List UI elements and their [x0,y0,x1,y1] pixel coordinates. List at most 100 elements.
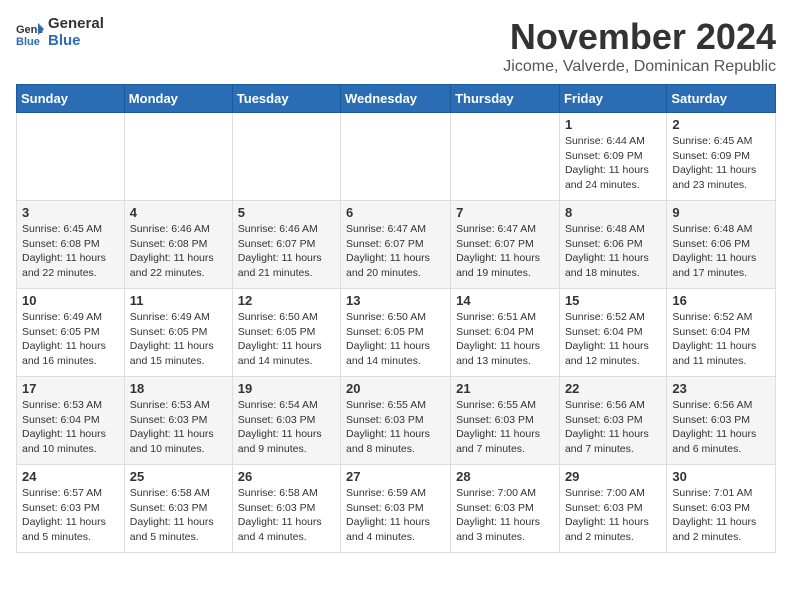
daylight-text: Daylight: 11 hours and 23 minutes. [672,163,770,192]
table-row: 30Sunrise: 7:01 AMSunset: 6:03 PMDayligh… [667,465,776,553]
day-number: 27 [346,469,445,484]
sunrise-text: Sunrise: 6:57 AM [22,486,119,501]
sunset-text: Sunset: 6:03 PM [346,413,445,428]
daylight-text: Daylight: 11 hours and 7 minutes. [456,427,554,456]
sunset-text: Sunset: 6:03 PM [22,501,119,516]
sunset-text: Sunset: 6:03 PM [672,501,770,516]
sunrise-text: Sunrise: 6:52 AM [672,310,770,325]
table-row: 8Sunrise: 6:48 AMSunset: 6:06 PMDaylight… [559,201,666,289]
logo-blue: Blue [48,33,104,50]
sunset-text: Sunset: 6:05 PM [238,325,335,340]
sunset-text: Sunset: 6:06 PM [672,237,770,252]
day-info: Sunrise: 6:46 AMSunset: 6:08 PMDaylight:… [130,222,227,281]
day-number: 21 [456,381,554,396]
day-number: 24 [22,469,119,484]
sunrise-text: Sunrise: 6:56 AM [672,398,770,413]
sunrise-text: Sunrise: 6:47 AM [346,222,445,237]
day-number: 12 [238,293,335,308]
table-row: 18Sunrise: 6:53 AMSunset: 6:03 PMDayligh… [124,377,232,465]
header-wednesday: Wednesday [341,85,451,113]
daylight-text: Daylight: 11 hours and 18 minutes. [565,251,661,280]
sunset-text: Sunset: 6:04 PM [672,325,770,340]
day-number: 17 [22,381,119,396]
daylight-text: Daylight: 11 hours and 17 minutes. [672,251,770,280]
sunrise-text: Sunrise: 6:54 AM [238,398,335,413]
header-saturday: Saturday [667,85,776,113]
sunrise-text: Sunrise: 6:49 AM [130,310,227,325]
table-row: 17 Sunrise: 6:53 AMSunset: 6:04 PMDayligh… [17,377,125,465]
table-row: 23Sunrise: 6:56 AMSunset: 6:03 PMDayligh… [667,377,776,465]
month-title: November 2024 [503,16,776,58]
daylight-text: Daylight: 11 hours and 8 minutes. [346,427,445,456]
table-row [17,113,125,201]
day-info: Sunrise: 6:48 AMSunset: 6:06 PMDaylight:… [565,222,661,281]
day-info: Sunrise: 6:53 AMSunset: 6:03 PMDaylight:… [130,398,227,457]
day-info: Sunrise: 6:54 AMSunset: 6:03 PMDaylight:… [238,398,335,457]
day-info: Sunrise: 6:56 AMSunset: 6:03 PMDaylight:… [565,398,661,457]
title-area: November 2024 Jicome, Valverde, Dominica… [503,16,776,76]
daylight-text: Daylight: 11 hours and 5 minutes. [130,515,227,544]
day-info: Sunrise: 6:58 AMSunset: 6:03 PMDaylight:… [238,486,335,545]
sunrise-text: Sunrise: 6:46 AM [238,222,335,237]
table-row: 5Sunrise: 6:46 AMSunset: 6:07 PMDaylight… [232,201,340,289]
daylight-text: Daylight: 11 hours and 7 minutes. [565,427,661,456]
sunset-text: Sunset: 6:03 PM [346,501,445,516]
location-subtitle: Jicome, Valverde, Dominican Republic [503,58,776,76]
day-info: Sunrise: 6:55 AMSunset: 6:03 PMDaylight:… [346,398,445,457]
day-info: Sunrise: 6:48 AMSunset: 6:06 PMDaylight:… [672,222,770,281]
day-number: 19 [238,381,335,396]
table-row: 24 Sunrise: 6:57 AMSunset: 6:03 PMDayligh… [17,465,125,553]
day-number: 5 [238,205,335,220]
sunrise-text: Sunrise: 7:00 AM [456,486,554,501]
sunset-text: Sunset: 6:09 PM [672,149,770,164]
sunset-text: Sunset: 6:04 PM [456,325,554,340]
table-row: 7Sunrise: 6:47 AMSunset: 6:07 PMDaylight… [451,201,560,289]
sunset-text: Sunset: 6:05 PM [346,325,445,340]
day-number: 11 [130,293,227,308]
sunrise-text: Sunrise: 6:48 AM [672,222,770,237]
day-number: 25 [130,469,227,484]
day-info: Sunrise: 6:44 AMSunset: 6:09 PMDaylight:… [565,134,661,193]
daylight-text: Daylight: 11 hours and 19 minutes. [456,251,554,280]
day-info: Sunrise: 6:58 AMSunset: 6:03 PMDaylight:… [130,486,227,545]
daylight-text: Daylight: 11 hours and 14 minutes. [346,339,445,368]
daylight-text: Daylight: 11 hours and 22 minutes. [22,251,119,280]
sunset-text: Sunset: 6:03 PM [565,413,661,428]
day-info: Sunrise: 7:00 AMSunset: 6:03 PMDaylight:… [565,486,661,545]
daylight-text: Daylight: 11 hours and 2 minutes. [565,515,661,544]
sunrise-text: Sunrise: 6:45 AM [672,134,770,149]
header-monday: Monday [124,85,232,113]
day-info: Sunrise: 6:47 AMSunset: 6:07 PMDaylight:… [346,222,445,281]
calendar-table: Sunday Monday Tuesday Wednesday Thursday… [16,84,776,553]
day-info: Sunrise: 6:53 AMSunset: 6:04 PMDaylight:… [22,398,119,457]
daylight-text: Daylight: 11 hours and 6 minutes. [672,427,770,456]
day-number: 20 [346,381,445,396]
day-number: 26 [238,469,335,484]
sunset-text: Sunset: 6:03 PM [130,413,227,428]
table-row: 29Sunrise: 7:00 AMSunset: 6:03 PMDayligh… [559,465,666,553]
day-info: Sunrise: 6:57 AMSunset: 6:03 PMDaylight:… [22,486,119,545]
day-number: 28 [456,469,554,484]
day-info: Sunrise: 6:47 AMSunset: 6:07 PMDaylight:… [456,222,554,281]
day-info: Sunrise: 6:45 AMSunset: 6:09 PMDaylight:… [672,134,770,193]
sunset-text: Sunset: 6:08 PM [130,237,227,252]
sunset-text: Sunset: 6:03 PM [456,501,554,516]
day-number: 22 [565,381,661,396]
daylight-text: Daylight: 11 hours and 12 minutes. [565,339,661,368]
logo: General Blue General Blue [16,16,104,49]
week-row-3: 10Sunrise: 6:49 AMSunset: 6:05 PMDayligh… [17,289,776,377]
sunrise-text: Sunrise: 6:58 AM [238,486,335,501]
table-row [232,113,340,201]
sunrise-text: Sunrise: 6:55 AM [456,398,554,413]
day-info: Sunrise: 7:01 AMSunset: 6:03 PMDaylight:… [672,486,770,545]
sunset-text: Sunset: 6:07 PM [456,237,554,252]
day-number: 16 [672,293,770,308]
sunset-text: Sunset: 6:03 PM [565,501,661,516]
sunset-text: Sunset: 6:03 PM [238,413,335,428]
day-info: Sunrise: 6:56 AMSunset: 6:03 PMDaylight:… [672,398,770,457]
sunrise-text: Sunrise: 6:51 AM [456,310,554,325]
sunset-text: Sunset: 6:04 PM [22,413,119,428]
daylight-text: Daylight: 11 hours and 4 minutes. [238,515,335,544]
table-row: 11Sunrise: 6:49 AMSunset: 6:05 PMDayligh… [124,289,232,377]
week-row-2: 3Sunrise: 6:45 AMSunset: 6:08 PMDaylight… [17,201,776,289]
